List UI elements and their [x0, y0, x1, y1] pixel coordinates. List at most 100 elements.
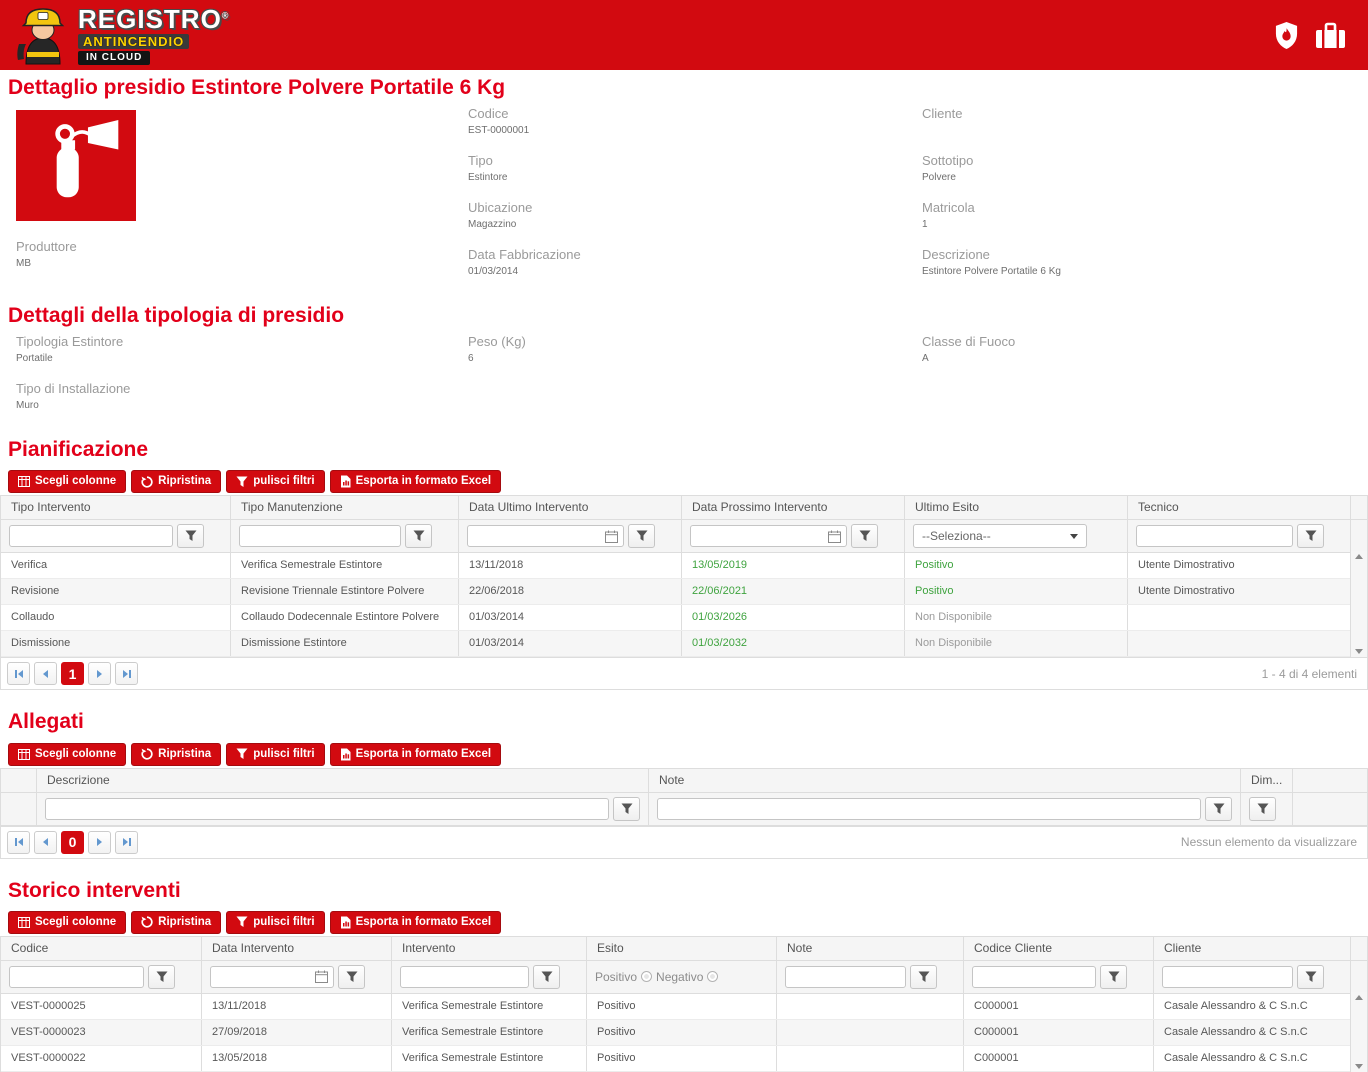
table-row[interactable]: VEST-0000023 27/09/2018 Verifica Semestr… [1, 1019, 1350, 1046]
logo-text: REGISTRO® ANTINCENDIO IN CLOUD [78, 6, 229, 65]
filter-input-note[interactable] [785, 965, 906, 988]
column-header-data-ultimo[interactable]: Data Ultimo Intervento [458, 496, 681, 520]
column-header-codice-cliente[interactable]: Codice Cliente [963, 936, 1153, 960]
restore-button[interactable]: Ripristina [131, 742, 222, 766]
clear-filters-button[interactable]: pulisci filtri [226, 910, 325, 934]
scroll-up-icon[interactable] [1355, 554, 1363, 560]
filter-button[interactable] [613, 796, 640, 821]
filter-button[interactable] [533, 964, 560, 989]
filter-button[interactable] [910, 964, 937, 989]
filter-input-codice-cliente[interactable] [972, 965, 1096, 988]
column-header-esito[interactable]: Esito [586, 936, 776, 960]
table-row[interactable]: VEST-0000025 13/11/2018 Verifica Semestr… [1, 993, 1350, 1020]
table-row[interactable]: Revisione Revisione Triennale Estintore … [1, 579, 1350, 606]
chevron-down-icon [1070, 533, 1078, 539]
column-header-note[interactable]: Note [648, 768, 1240, 792]
field-value: MB [16, 258, 31, 270]
filter-button[interactable] [851, 524, 878, 549]
briefcase-icon[interactable] [1315, 22, 1346, 49]
filter-button[interactable] [1249, 796, 1276, 821]
filter-input-note[interactable] [657, 797, 1201, 820]
storico-filter-row: Positivo Negativo [1, 960, 1367, 994]
first-page-button[interactable] [7, 830, 30, 854]
last-page-button[interactable] [115, 830, 138, 854]
last-page-button[interactable] [115, 662, 138, 686]
cell-ultimo-esito: Positivo [904, 579, 1127, 605]
column-header-tecnico[interactable]: Tecnico [1127, 496, 1350, 520]
column-header-cliente[interactable]: Cliente [1153, 936, 1350, 960]
current-page-button[interactable]: 1 [61, 662, 84, 686]
filter-button[interactable] [177, 524, 204, 549]
filter-input-descrizione[interactable] [45, 797, 609, 820]
scroll-up-icon[interactable] [1355, 994, 1363, 1000]
table-row[interactable]: Dismissione Dismissione Estintore 01/03/… [1, 631, 1350, 658]
filter-input-cliente[interactable] [1162, 965, 1293, 988]
restore-button[interactable]: Ripristina [131, 470, 222, 494]
field-tipo: Tipo Estintore [468, 153, 922, 184]
choose-columns-button[interactable]: Scegli colonne [8, 742, 127, 766]
table-row[interactable]: Collaudo Collaudo Dodecennale Estintore … [1, 605, 1350, 632]
pianificazione-header-row: Tipo Intervento Tipo Manutenzione Data U… [1, 496, 1367, 521]
filter-input-tipo-manutenzione[interactable] [239, 525, 401, 548]
calendar-icon[interactable] [315, 970, 328, 984]
field-label: Tipo [468, 153, 493, 169]
field-label: Matricola [922, 200, 975, 216]
export-excel-button[interactable]: Esporta in formato Excel [329, 742, 502, 766]
field-value: 6 [468, 353, 474, 365]
scroll-down-icon[interactable] [1355, 649, 1363, 655]
filter-button[interactable] [1205, 796, 1232, 821]
calendar-icon[interactable] [828, 530, 841, 543]
logo-line-registro: REGISTRO® [78, 3, 230, 34]
next-page-button[interactable] [88, 662, 111, 686]
radio-positivo[interactable] [641, 971, 653, 983]
filter-input-tecnico[interactable] [1136, 525, 1293, 548]
detail-col-2: Codice EST-0000001 Tipo Estintore Ubicaz… [468, 106, 922, 294]
prev-page-button[interactable] [34, 830, 57, 854]
table-row[interactable]: Verifica Verifica Semestrale Estintore 1… [1, 553, 1350, 580]
scroll-down-icon[interactable] [1355, 1063, 1363, 1069]
column-header-ultimo-esito[interactable]: Ultimo Esito [904, 496, 1127, 520]
filter-date-input-data-intervento[interactable] [210, 965, 334, 988]
table-row[interactable]: VEST-0000022 13/05/2018 Verifica Semestr… [1, 1045, 1350, 1072]
choose-columns-button[interactable]: Scegli colonne [8, 910, 127, 934]
filter-input-codice[interactable] [9, 965, 144, 988]
vertical-scrollbar[interactable] [1350, 551, 1367, 658]
export-excel-button[interactable]: Esporta in formato Excel [329, 910, 502, 934]
column-header-data-intervento[interactable]: Data Intervento [201, 936, 391, 960]
filter-button[interactable] [338, 964, 365, 989]
column-header-codice[interactable]: Codice [1, 937, 201, 960]
filter-button[interactable] [148, 964, 175, 989]
column-header-note[interactable]: Note [776, 936, 963, 960]
vertical-scrollbar[interactable] [1350, 991, 1367, 1072]
column-header-tipo-intervento[interactable]: Tipo Intervento [1, 496, 230, 519]
current-page-button[interactable]: 0 [61, 830, 84, 854]
allegati-header-row: Descrizione Note Dim... [1, 768, 1367, 793]
prev-page-button[interactable] [34, 662, 57, 686]
filter-date-input-data-prossimo[interactable] [690, 525, 847, 548]
restore-button[interactable]: Ripristina [131, 910, 222, 934]
column-header-intervento[interactable]: Intervento [391, 936, 586, 960]
filter-date-input-data-ultimo[interactable] [467, 525, 624, 548]
column-header-dim[interactable]: Dim... [1240, 768, 1292, 792]
clear-filters-button[interactable]: pulisci filtri [226, 470, 325, 494]
calendar-icon[interactable] [605, 530, 618, 543]
filter-button[interactable] [405, 524, 432, 549]
choose-columns-button[interactable]: Scegli colonne [8, 470, 127, 494]
column-header-tipo-manutenzione[interactable]: Tipo Manutenzione [230, 496, 458, 520]
filter-button[interactable] [1297, 524, 1324, 549]
cell-cliente: Casale Alessandro & C S.n.C [1153, 1019, 1350, 1045]
clear-filters-button[interactable]: pulisci filtri [226, 742, 325, 766]
filter-input-intervento[interactable] [400, 965, 529, 988]
column-header-descrizione[interactable]: Descrizione [36, 768, 648, 792]
filter-button[interactable] [1297, 964, 1324, 989]
radio-negativo[interactable] [707, 971, 719, 983]
filter-input-tipo-intervento[interactable] [9, 525, 173, 548]
filter-button[interactable] [1100, 964, 1127, 989]
filter-button[interactable] [628, 524, 655, 549]
export-excel-button[interactable]: Esporta in formato Excel [329, 470, 502, 494]
column-header-data-prossimo[interactable]: Data Prossimo Intervento [681, 496, 904, 520]
first-page-button[interactable] [7, 662, 30, 686]
shield-flame-icon[interactable] [1274, 21, 1299, 50]
next-page-button[interactable] [88, 830, 111, 854]
ultimo-esito-select[interactable]: --Seleziona-- [913, 524, 1087, 549]
